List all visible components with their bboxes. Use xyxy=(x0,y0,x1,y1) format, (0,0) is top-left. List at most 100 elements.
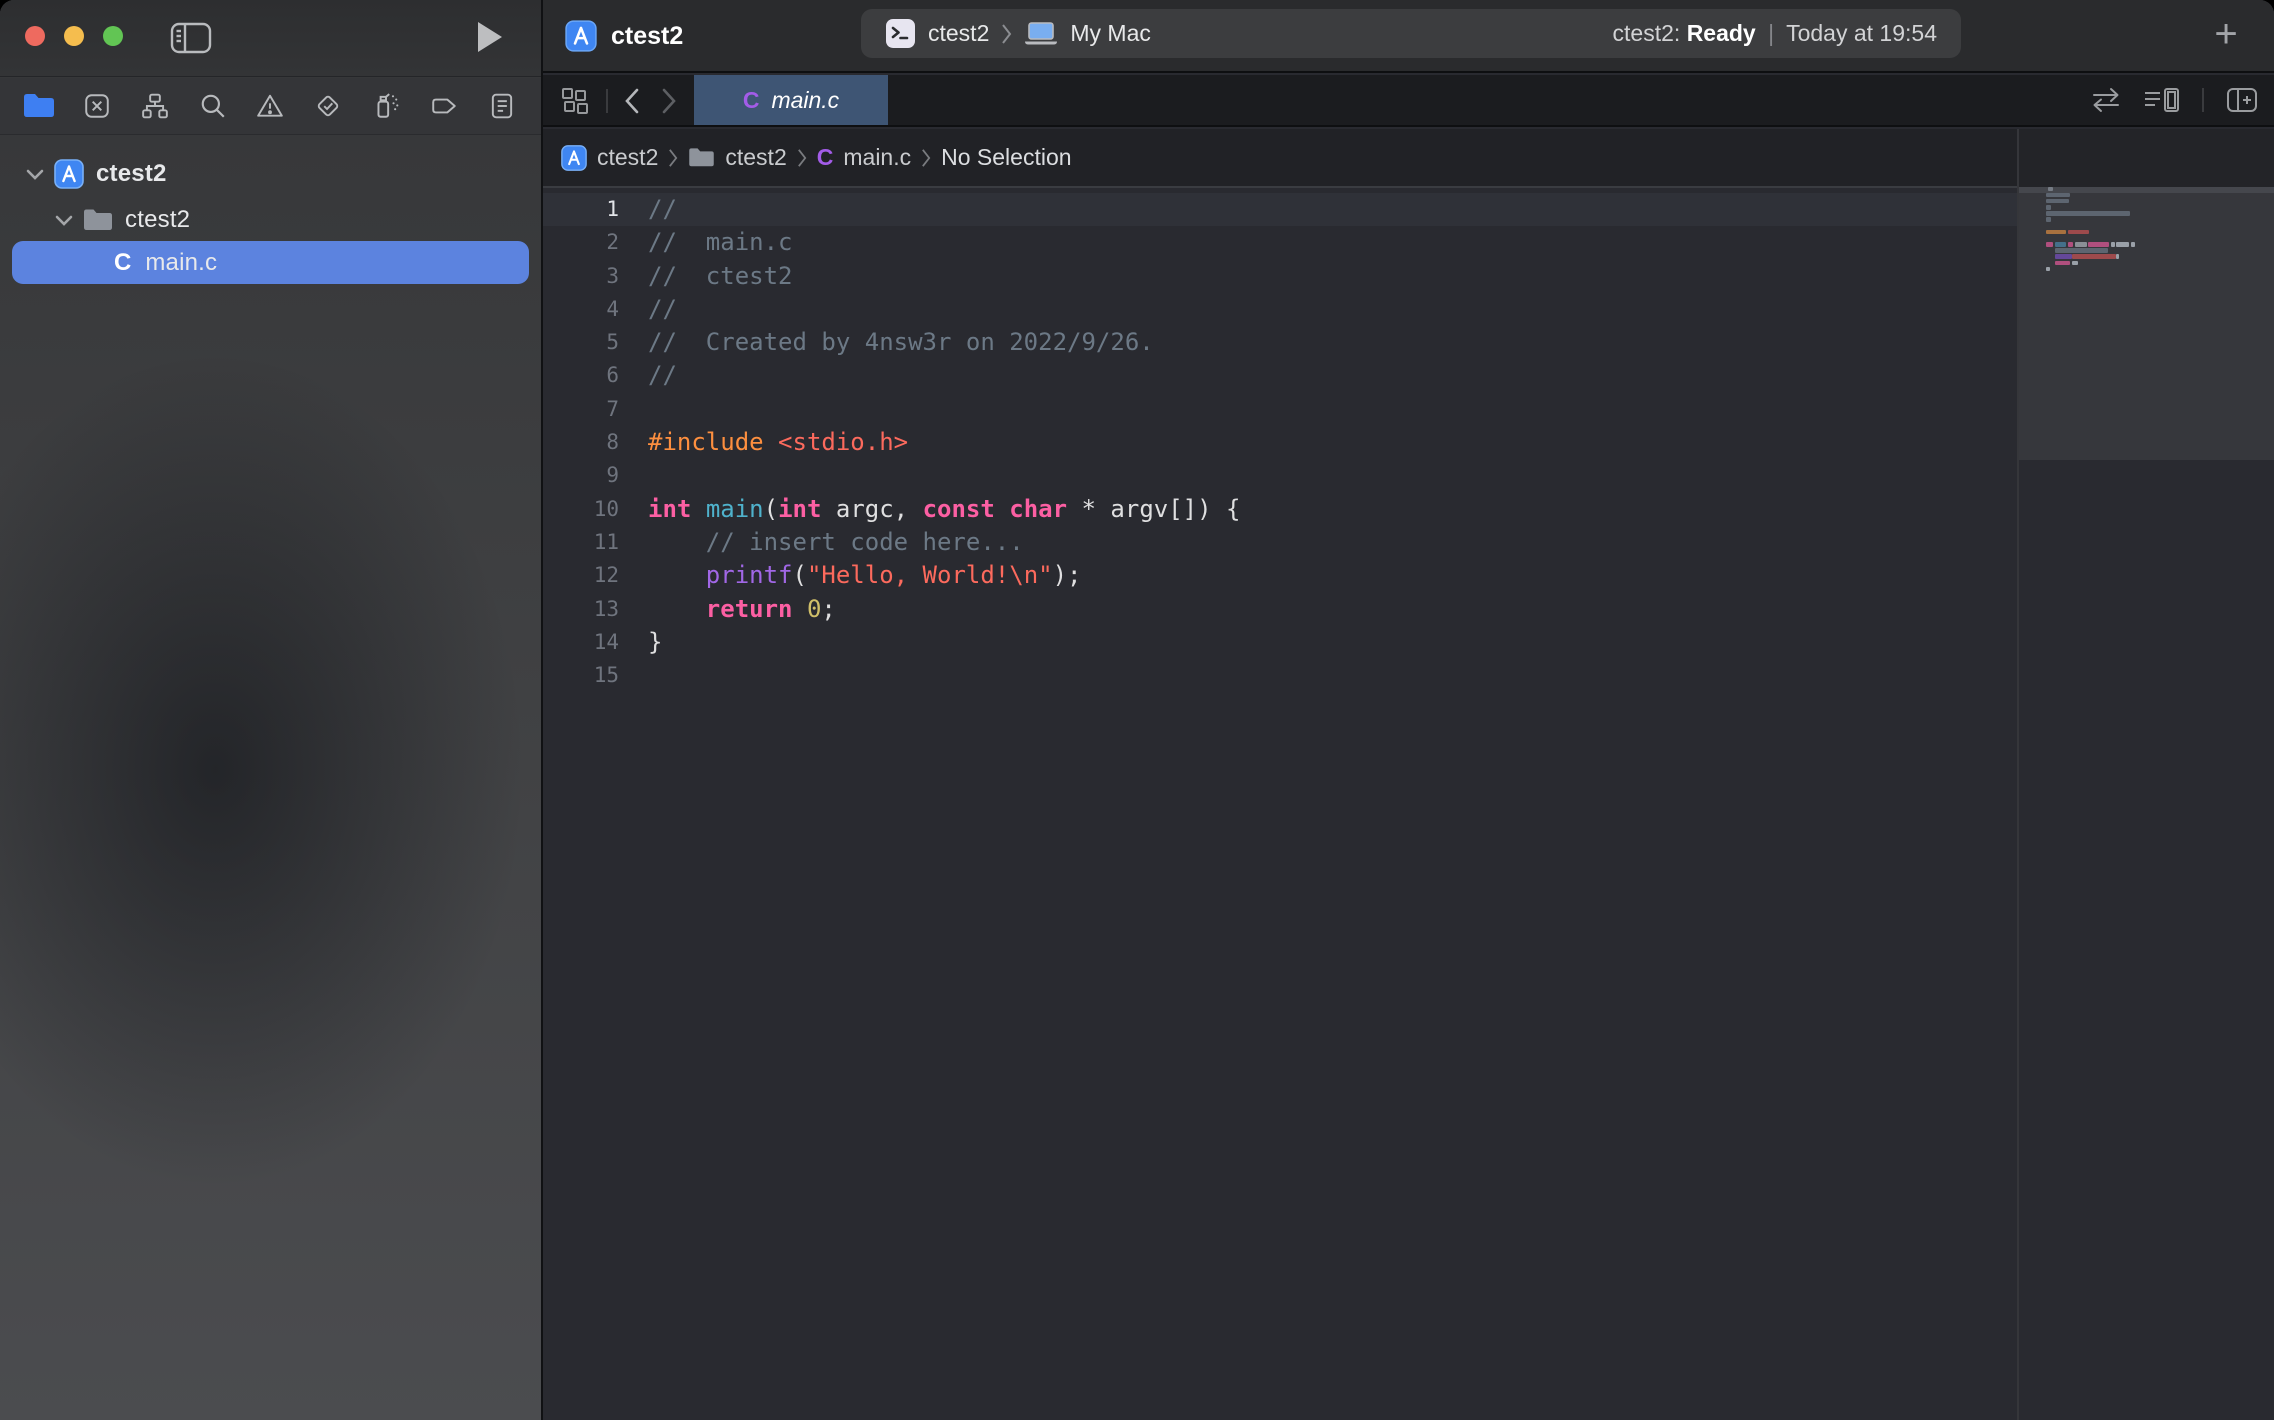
code-line-7[interactable]: 7 xyxy=(543,393,2017,426)
find-icon[interactable] xyxy=(193,86,233,126)
code-text: int main(int argc, const char * argv[]) … xyxy=(648,495,1240,523)
code-line-11[interactable]: 11 // insert code here... xyxy=(543,526,2017,559)
minimap-bar-line-10 xyxy=(2046,242,2053,247)
disclosure-triangle-icon[interactable] xyxy=(26,168,44,180)
minimap[interactable] xyxy=(2017,129,2274,1420)
close-button[interactable] xyxy=(25,26,45,46)
code-line-4[interactable]: 4// xyxy=(543,293,2017,326)
status-project: ctest2: xyxy=(1613,20,1681,46)
minimap-bar-line-13 xyxy=(2072,261,2078,266)
breadcrumb-group[interactable]: ctest2 xyxy=(725,144,786,171)
status-time: Today at 19:54 xyxy=(1786,20,1937,46)
code-text: } xyxy=(648,628,662,656)
tab-label: main.c xyxy=(771,87,839,114)
tab-overview-icon[interactable] xyxy=(561,87,589,115)
run-button[interactable] xyxy=(478,22,502,52)
code-text: // ctest2 xyxy=(648,262,793,290)
code-line-10[interactable]: 10 int main(int argc, const char * argv[]… xyxy=(543,493,2017,526)
c-file-icon: C xyxy=(114,249,131,277)
minimap-bar-line-3 xyxy=(2046,199,2069,204)
scheme-status-pill[interactable]: ctest2 My Mac ctest2: Ready | Today at 1… xyxy=(861,9,1961,58)
minimap-bar-line-1 xyxy=(2048,187,2053,192)
scheme-name[interactable]: ctest2 xyxy=(928,20,989,47)
code-line-13[interactable]: 13 return 0; xyxy=(543,593,2017,626)
line-number: 7 xyxy=(543,393,619,426)
project-navigator-icon[interactable] xyxy=(19,86,59,126)
line-number: 6 xyxy=(543,359,619,392)
code-review-icon[interactable] xyxy=(2090,87,2122,113)
minimize-button[interactable] xyxy=(64,26,84,46)
window-title-group: ctest2 xyxy=(565,20,683,52)
jump-bar: ctest2 ctest2 C main.c No Selection xyxy=(543,129,2017,188)
minimap-bar-line-8 xyxy=(2046,230,2066,235)
minimap-bar-line-11 xyxy=(2055,248,2108,253)
source-control-icon[interactable] xyxy=(77,86,117,126)
line-number: 11 xyxy=(543,526,619,559)
code-line-3[interactable]: 3 // ctest2 xyxy=(543,260,2017,293)
go-back-icon[interactable] xyxy=(623,87,640,115)
status-divider: | xyxy=(1762,20,1780,46)
tab-main-c[interactable]: C main.c xyxy=(694,75,888,125)
code-line-9[interactable]: 9 xyxy=(543,459,2017,492)
breadcrumb-selection[interactable]: No Selection xyxy=(941,144,1071,171)
project-app-icon xyxy=(565,20,597,52)
minimap-bar-line-10 xyxy=(2088,242,2109,247)
code-line-12[interactable]: 12 printf("Hello, World!\n"); xyxy=(543,559,2017,592)
chevron-right-icon xyxy=(797,147,807,169)
status-state: Ready xyxy=(1687,20,1756,46)
breadcrumb-file[interactable]: main.c xyxy=(843,144,911,171)
tree-group-label: ctest2 xyxy=(125,206,190,234)
minimap-bar-line-8 xyxy=(2068,230,2089,235)
issues-icon[interactable] xyxy=(250,86,290,126)
code-text: // Created by 4nsw3r on 2022/9/26. xyxy=(648,328,1154,356)
code-text: // xyxy=(648,295,677,323)
breakpoints-icon[interactable] xyxy=(424,86,464,126)
line-number: 3 xyxy=(543,260,619,293)
source-editor[interactable]: 1//2// main.c3 // ctest2 4//5// Created by… xyxy=(543,190,2017,1420)
debug-icon[interactable] xyxy=(366,86,406,126)
tree-row-project[interactable]: ctest2 xyxy=(0,153,541,195)
tree-file-label: main.c xyxy=(145,249,217,277)
library-add-button[interactable]: + xyxy=(2202,10,2250,58)
toggle-sidebar-icon[interactable] xyxy=(170,22,212,54)
window-title: ctest2 xyxy=(611,22,683,51)
run-destination[interactable]: My Mac xyxy=(1070,20,1151,47)
tree-row-file-selected[interactable]: C main.c xyxy=(12,241,529,284)
line-number: 14 xyxy=(543,626,619,659)
c-file-icon: C xyxy=(817,144,834,171)
disclosure-triangle-icon[interactable] xyxy=(55,214,73,226)
minimap-bar-line-13 xyxy=(2055,261,2070,266)
tree-row-group[interactable]: ctest2 xyxy=(0,199,541,241)
symbols-icon[interactable] xyxy=(135,86,175,126)
reports-icon[interactable] xyxy=(482,86,522,126)
main-toolbar: ctest2 ctest2 My Mac ctest2: Ready | xyxy=(543,0,2274,73)
code-line-8[interactable]: 8#include <stdio.h> xyxy=(543,426,2017,459)
minimap-bar-line-10 xyxy=(2111,242,2115,247)
editor-actions xyxy=(2090,86,2258,114)
add-editor-icon[interactable] xyxy=(2226,86,2258,114)
code-text: // xyxy=(648,195,677,223)
code-line-15[interactable]: 15 xyxy=(543,659,2017,692)
adjust-editor-options-icon[interactable] xyxy=(2144,86,2180,114)
line-number: 10 xyxy=(543,493,619,526)
code-line-2[interactable]: 2// main.c xyxy=(543,226,2017,259)
minimap-bar-line-12 xyxy=(2116,254,2119,259)
editor-pane: ctest2 ctest2 My Mac ctest2: Ready | xyxy=(541,0,2274,1420)
tab-bar: C main.c xyxy=(543,75,2274,127)
code-line-6[interactable]: 6// xyxy=(543,359,2017,392)
chevron-right-icon xyxy=(668,147,678,169)
xcode-window: ctest2 ctest2 C main.c xyxy=(0,0,2274,1420)
project-app-icon xyxy=(54,159,84,189)
tests-icon[interactable] xyxy=(308,86,348,126)
code-text: return 0; xyxy=(648,595,836,623)
line-number: 2 xyxy=(543,226,619,259)
minimap-bar-line-12 xyxy=(2055,254,2072,259)
code-line-1[interactable]: 1// xyxy=(543,193,2017,226)
code-text: printf("Hello, World!\n"); xyxy=(648,561,1082,589)
go-forward-icon[interactable] xyxy=(661,87,678,115)
code-line-14[interactable]: 14} xyxy=(543,626,2017,659)
code-line-5[interactable]: 5// Created by 4nsw3r on 2022/9/26. xyxy=(543,326,2017,359)
zoom-button[interactable] xyxy=(103,26,123,46)
breadcrumb-project[interactable]: ctest2 xyxy=(597,144,658,171)
minimap-bar-line-2 xyxy=(2046,193,2070,198)
